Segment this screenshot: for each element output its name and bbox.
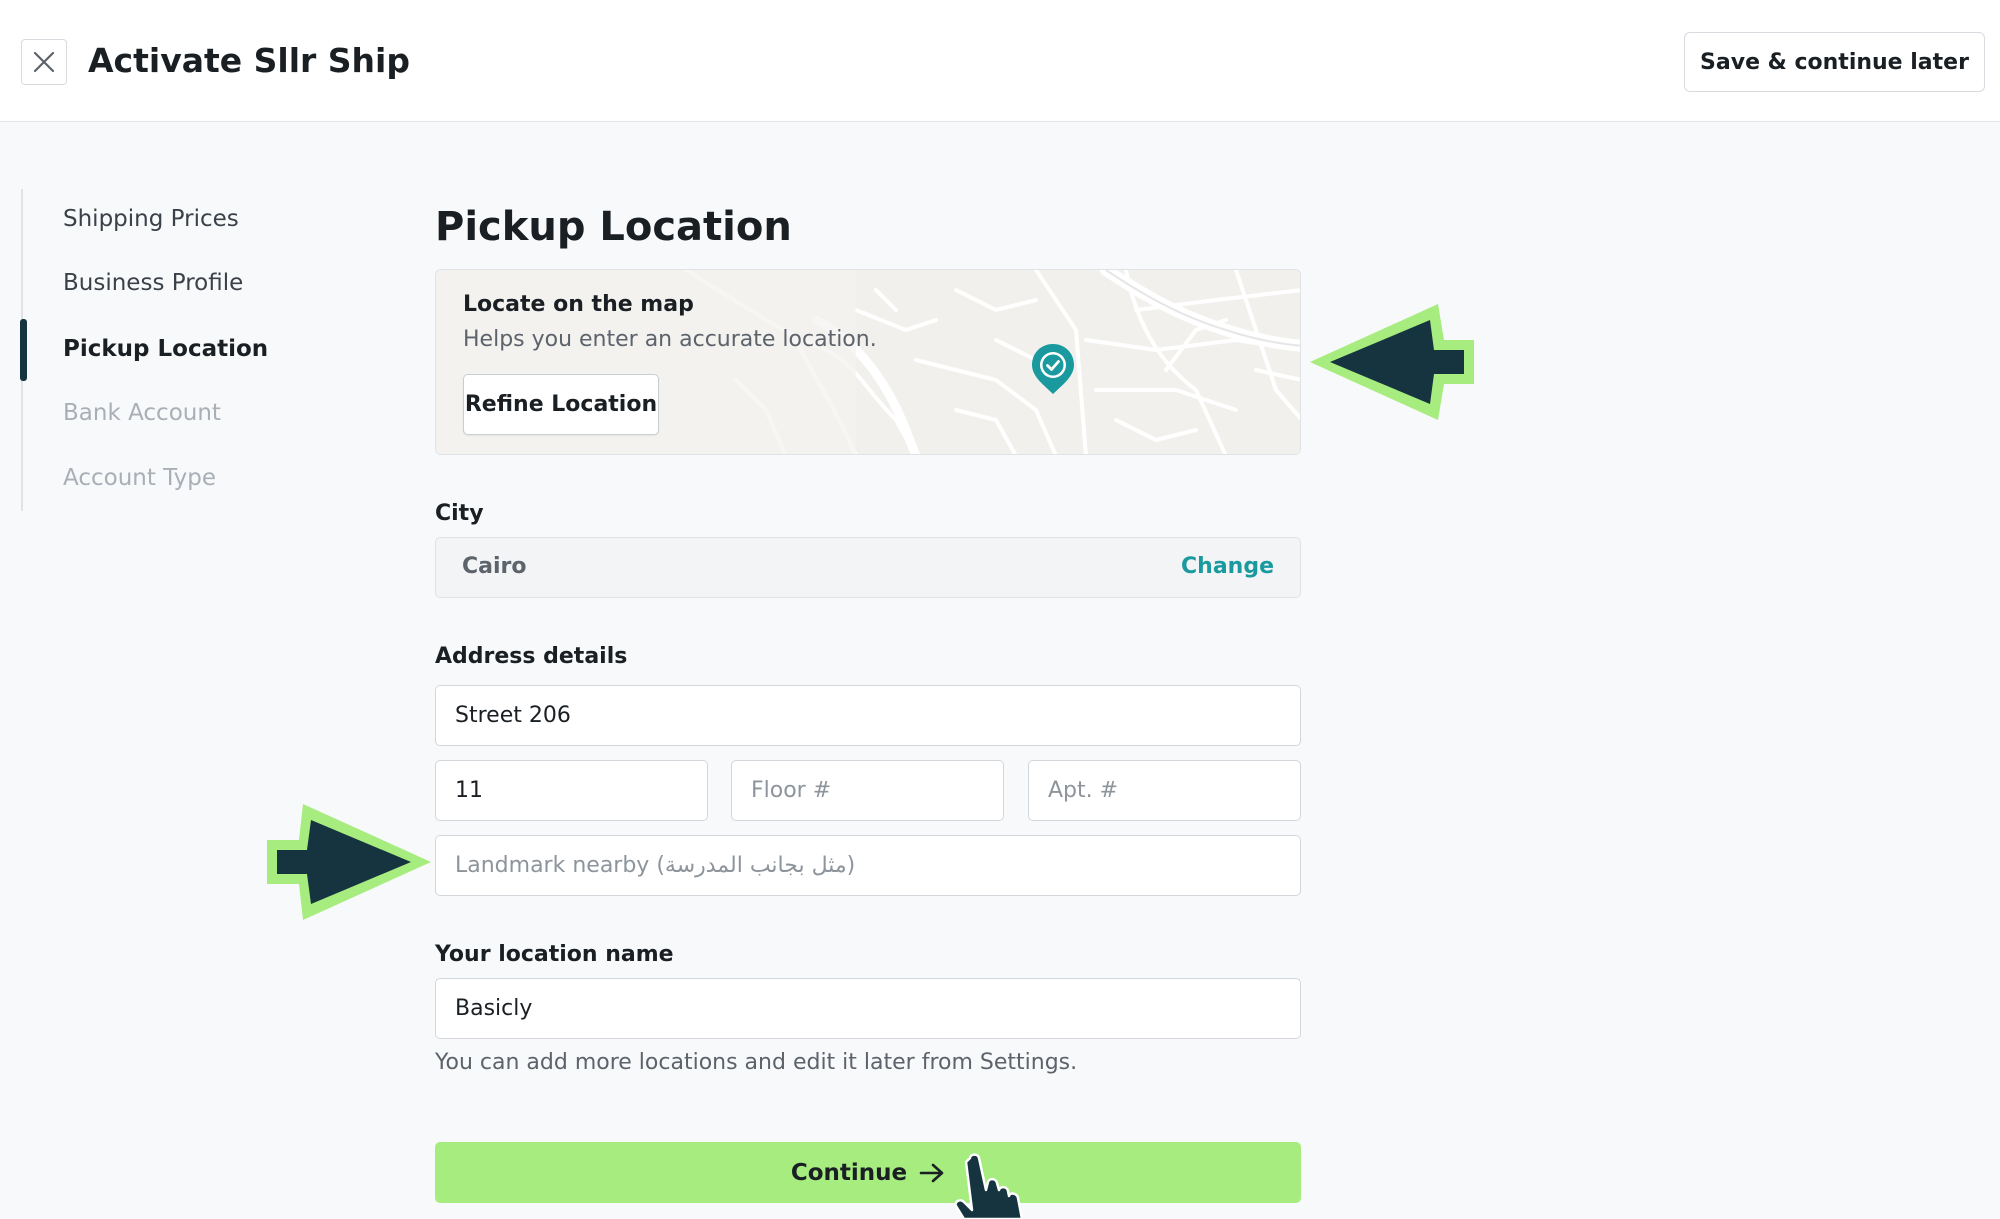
page-title: Pickup Location — [435, 204, 792, 250]
landmark-input[interactable] — [435, 835, 1301, 896]
arrow-right-icon — [919, 1163, 944, 1182]
step-shipping-prices[interactable]: Shipping Prices — [63, 204, 239, 234]
continue-label: Continue — [790, 1159, 908, 1186]
close-button[interactable] — [21, 39, 67, 85]
map-card: Locate on the map Helps you enter an acc… — [435, 269, 1301, 455]
annotation-arrow-map-icon — [1310, 304, 1474, 420]
step-business-profile[interactable]: Business Profile — [63, 268, 243, 298]
map-subtitle: Helps you enter an accurate location. — [463, 327, 877, 352]
continue-button[interactable]: Continue — [435, 1142, 1301, 1203]
setup-stepper: Shipping Prices Business Profile Pickup … — [20, 189, 351, 511]
building-number-input[interactable] — [435, 760, 708, 821]
location-help-text: You can add more locations and edit it l… — [435, 1050, 1078, 1075]
apartment-input[interactable] — [1028, 760, 1301, 821]
city-value: Cairo — [462, 554, 527, 579]
hand-cursor-icon — [954, 1153, 1024, 1219]
address-details-label: Address details — [435, 644, 628, 669]
step-account-type: Account Type — [63, 465, 217, 491]
active-step-indicator — [20, 319, 27, 381]
step-pickup-location[interactable]: Pickup Location — [63, 334, 268, 364]
city-label: City — [435, 501, 484, 526]
city-field: Cairo Change — [435, 537, 1301, 598]
top-bar: Activate Sllr Ship Save & continue later — [0, 0, 2000, 122]
close-icon — [33, 51, 55, 73]
floor-input[interactable] — [731, 760, 1004, 821]
location-name-input[interactable] — [435, 978, 1301, 1039]
annotation-arrow-landmark-icon — [267, 804, 431, 920]
map-heading: Locate on the map — [463, 292, 694, 317]
street-input[interactable] — [435, 685, 1301, 746]
save-continue-later-button[interactable]: Save & continue later — [1684, 32, 1985, 92]
refine-location-button[interactable]: Refine Location — [463, 374, 659, 435]
change-city-link[interactable]: Change — [1181, 554, 1274, 579]
location-name-label: Your location name — [435, 942, 674, 967]
location-pin-icon — [1032, 344, 1074, 394]
step-bank-account: Bank Account — [63, 400, 221, 426]
app-title: Activate Sllr Ship — [88, 41, 410, 80]
